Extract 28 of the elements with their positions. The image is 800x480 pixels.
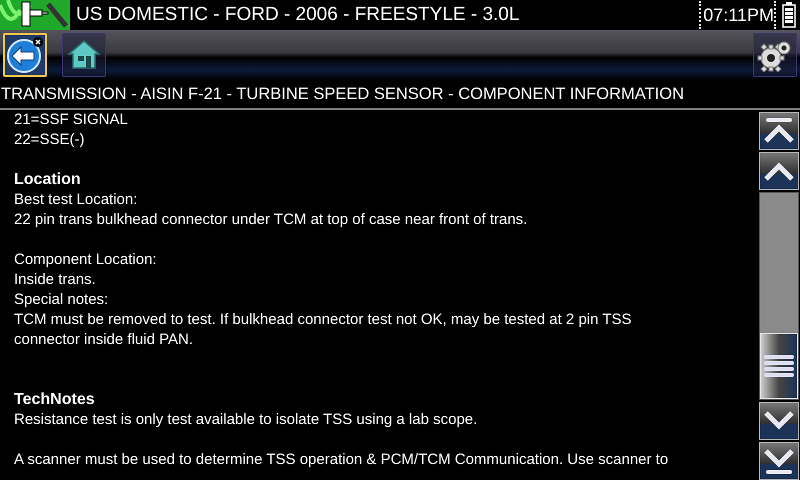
text-line: Resistance test is only test available to isolate TSS using a lab scope. (14, 410, 478, 430)
scroll-bottom-icon (763, 446, 795, 476)
back-button[interactable] (3, 33, 47, 77)
scroll-top-button[interactable] (759, 112, 799, 150)
home-button[interactable] (62, 33, 106, 77)
text-line: Best test Location: (14, 190, 138, 210)
clock-time: 07:11PM (703, 4, 774, 26)
text-line: Special notes: (14, 290, 108, 310)
breadcrumb-title: TRANSMISSION - AISIN F-21 - TURBINE SPEED SENSOR - COMPONENT INFORMATION (0, 80, 800, 110)
battery-icon (782, 2, 796, 28)
scroll-bottom-button[interactable] (759, 442, 799, 480)
scroll-down-button[interactable] (759, 402, 799, 440)
text-line: Inside trans. (14, 270, 96, 290)
text-line: Component Location: (14, 250, 157, 270)
settings-button[interactable] (753, 33, 797, 77)
text-line: A scanner must be used to determine TSS operation & PCM/TCM Communication. Use scanner to (14, 450, 668, 470)
scroll-thumb[interactable] (760, 333, 798, 399)
section-heading: Location (14, 170, 81, 190)
text-line: 22 pin trans bulkhead connector under TCM at top of case near front of trans. (14, 210, 528, 230)
text-line: TCM must be removed to test. If bulkhead connector test not OK, may be tested at 2 pin TSS (14, 310, 632, 330)
vehicle-title: US DOMESTIC - FORD - 2006 - FREESTYLE - 3.0L (76, 4, 520, 26)
section-heading: TechNotes (14, 390, 95, 410)
text-line: connector inside fluid PAN. (14, 330, 193, 350)
text-line: 21=SSF SIGNAL (14, 110, 128, 130)
text-line: 22=SSE(-) (14, 130, 84, 150)
scroll-up-button[interactable] (759, 152, 799, 190)
home-icon (67, 39, 101, 71)
back-icon (6, 36, 44, 74)
